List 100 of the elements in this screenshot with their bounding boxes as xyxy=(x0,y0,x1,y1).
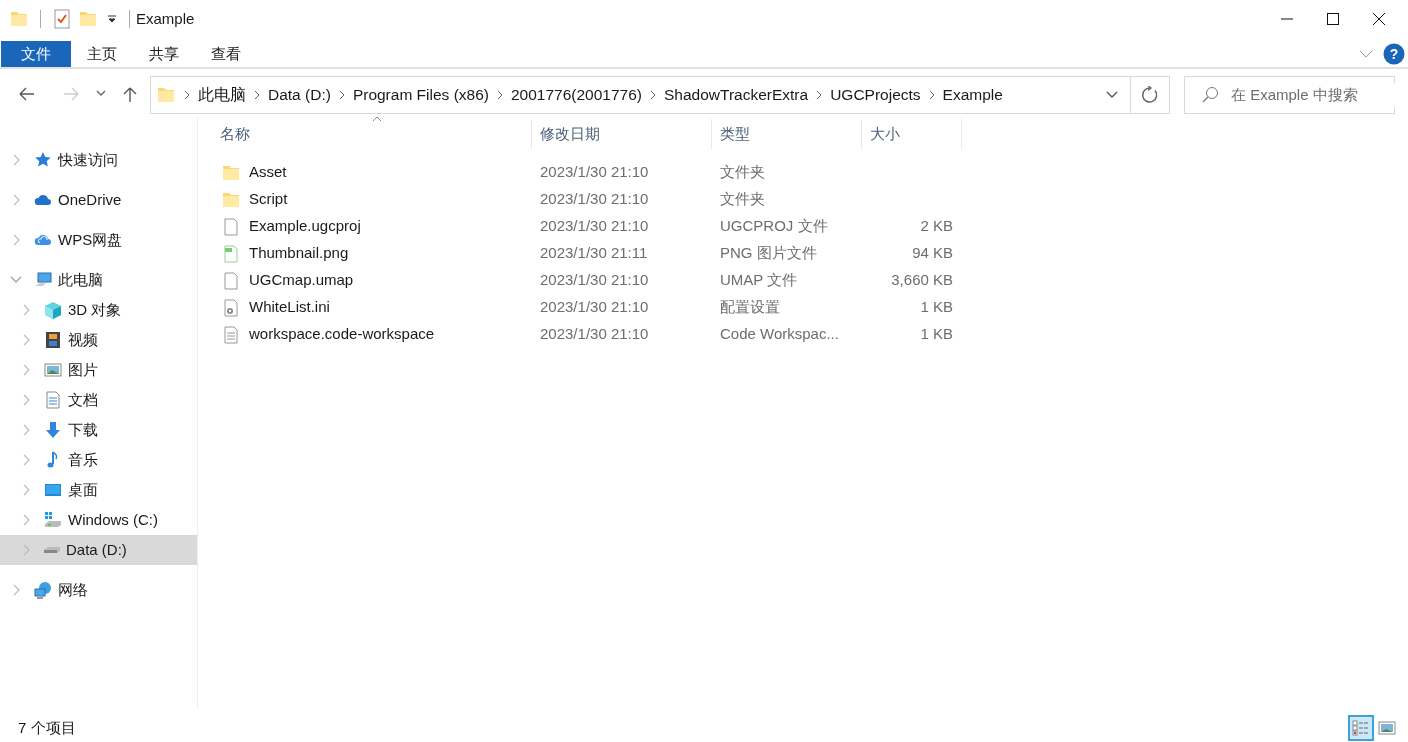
tree-item[interactable]: OneDrive xyxy=(0,185,197,215)
down-arrow-icon xyxy=(44,421,62,439)
file-name: UGCmap.umap xyxy=(249,270,354,291)
file-type: UGCPROJ 文件 xyxy=(720,217,828,235)
tree-item[interactable]: 下载 xyxy=(0,415,197,445)
file-size: 2 KB xyxy=(920,217,953,235)
breadcrumb[interactable]: Data (D:) xyxy=(261,83,338,107)
breadcrumb[interactable]: ShadowTrackerExtra xyxy=(657,83,816,107)
chevron-right-icon xyxy=(337,90,346,100)
file-row[interactable]: Asset 2023/1/30 21:10 文件夹 xyxy=(212,159,1408,186)
file-type: PNG 图片文件 xyxy=(720,244,817,262)
image-file-icon xyxy=(222,244,240,263)
chevron-right-icon xyxy=(495,90,504,100)
view-toggle-button[interactable] xyxy=(1348,715,1374,741)
chevron-right-icon xyxy=(183,90,191,100)
breadcrumb[interactable]: Program Files (x86) xyxy=(345,83,496,107)
folder-icon xyxy=(222,163,240,182)
tree-item[interactable]: Data (D:) xyxy=(0,535,197,565)
details-view-icon xyxy=(1352,719,1370,737)
breadcrumb[interactable]: 2001776(2001776) xyxy=(503,83,649,107)
tree-item[interactable]: 3D 对象 xyxy=(0,295,197,325)
picture-icon xyxy=(44,361,62,379)
tree-item[interactable]: 视频 xyxy=(0,325,197,355)
refresh-icon[interactable] xyxy=(1141,86,1159,104)
network-icon xyxy=(34,581,52,599)
file-name: Script xyxy=(249,189,288,210)
settings-file-icon xyxy=(222,298,240,317)
file-icon xyxy=(222,271,240,290)
file-name: WhiteList.ini xyxy=(249,297,330,318)
file-type: 文件夹 xyxy=(720,190,765,208)
tree-item[interactable]: 音乐 xyxy=(0,445,197,475)
chevron-right-icon xyxy=(253,90,261,100)
folder-icon[interactable] xyxy=(79,10,97,28)
film-icon xyxy=(44,331,62,349)
file-size: 1 KB xyxy=(920,325,953,343)
computer-icon xyxy=(34,271,52,289)
modified-date: 2023/1/30 21:10 xyxy=(540,271,649,289)
ribbon-tab[interactable]: 文件 xyxy=(1,41,71,67)
chevron-right-icon xyxy=(927,90,936,100)
chevron-right-icon xyxy=(649,90,657,100)
breadcrumb[interactable]: 此电脑 xyxy=(191,83,253,107)
file-name: Example.ugcproj xyxy=(249,216,361,237)
file-type: UMAP 文件 xyxy=(720,271,798,289)
address-bar[interactable]: 此电脑 Data (D:) Program Files (x86) 2001776(2001776) ShadowTrackerExtra UGCProjects Example xyxy=(150,76,1170,114)
ribbon-tab[interactable]: 共享 xyxy=(133,41,195,67)
tree-item[interactable]: WPS网盘 xyxy=(0,225,197,255)
item-count: 7 个项目 xyxy=(18,717,76,738)
column-header[interactable]: 名称 xyxy=(212,119,532,149)
star-icon xyxy=(34,151,52,169)
breadcrumb[interactable]: UGCProjects xyxy=(823,83,928,107)
help-icon[interactable]: ? xyxy=(1383,43,1405,65)
checkmark-document-icon[interactable] xyxy=(53,9,71,29)
file-type: Code Workspac... xyxy=(720,325,839,343)
file-size: 1 KB xyxy=(920,298,953,316)
folder-icon xyxy=(157,86,175,104)
file-row[interactable]: UGCmap.umap 2023/1/30 21:10 UMAP 文件 3,660 KB xyxy=(212,267,1408,294)
text-file-icon xyxy=(222,325,240,344)
file-row[interactable]: Example.ugcproj 2023/1/30 21:10 UGCPROJ 文件 2 KB xyxy=(212,213,1408,240)
folder-icon xyxy=(10,10,28,28)
column-header[interactable]: 大小 xyxy=(862,119,962,149)
close-icon xyxy=(1371,11,1387,27)
window-title: Example xyxy=(136,8,195,29)
file-type: 文件夹 xyxy=(720,163,765,181)
sort-caret-icon xyxy=(371,116,382,122)
search-icon xyxy=(1201,86,1219,104)
tree-item[interactable]: 文档 xyxy=(0,385,197,415)
file-row[interactable]: Script 2023/1/30 21:10 文件夹 xyxy=(212,186,1408,213)
thumbnail-view-icon xyxy=(1378,719,1396,737)
tree-item[interactable]: Windows (C:) xyxy=(0,505,197,535)
file-name: workspace.code-workspace xyxy=(249,324,435,345)
modified-date: 2023/1/30 21:10 xyxy=(540,325,649,343)
maximize-icon xyxy=(1325,11,1341,27)
file-row[interactable]: WhiteList.ini 2023/1/30 21:10 配置设置 1 KB xyxy=(212,294,1408,321)
tree-item[interactable]: 网络 xyxy=(0,575,197,605)
tree-item[interactable]: 图片 xyxy=(0,355,197,385)
tree-item[interactable]: 此电脑 xyxy=(0,265,197,295)
file-row[interactable]: workspace.code-workspace 2023/1/30 21:10 Code Workspac... 1 KB xyxy=(212,321,1408,348)
document-icon xyxy=(44,391,62,409)
file-name: Asset xyxy=(249,162,287,183)
ribbon-tab[interactable]: 查看 xyxy=(195,41,257,67)
chevron-down-icon[interactable] xyxy=(1106,91,1118,99)
modified-date: 2023/1/30 21:10 xyxy=(540,163,649,181)
modified-date: 2023/1/30 21:10 xyxy=(540,217,649,235)
up-arrow-icon[interactable] xyxy=(122,86,138,104)
column-header[interactable]: 修改日期 xyxy=(532,119,712,149)
breadcrumb[interactable]: Example xyxy=(935,83,1010,107)
chevron-right-icon xyxy=(815,90,824,100)
folder-icon xyxy=(222,190,240,209)
desktop-icon xyxy=(44,481,62,499)
tree-item[interactable]: 快速访问 xyxy=(0,145,197,175)
file-icon xyxy=(222,217,240,236)
minimize-icon xyxy=(1281,18,1293,20)
modified-date: 2023/1/30 21:10 xyxy=(540,298,649,316)
file-row[interactable]: Thumbnail.png 2023/1/30 21:11 PNG 图片文件 94 KB xyxy=(212,240,1408,267)
windows-drive-icon xyxy=(44,511,62,529)
drive-icon xyxy=(44,547,60,553)
column-header[interactable]: 类型 xyxy=(712,119,862,149)
ribbon-tab[interactable]: 主页 xyxy=(71,41,133,67)
dropdown-caret-icon[interactable] xyxy=(107,14,117,24)
tree-item[interactable]: 桌面 xyxy=(0,475,197,505)
